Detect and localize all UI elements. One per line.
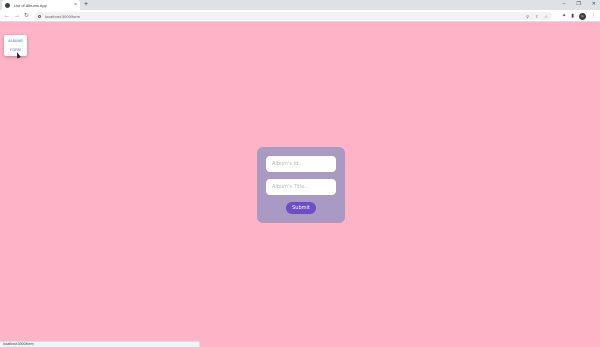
bookmark-star-icon[interactable]: ☆ [544, 14, 548, 19]
tab-title: List of Albums App [14, 2, 47, 8]
submit-button[interactable]: Submit [286, 202, 316, 214]
album-title-input[interactable] [266, 179, 336, 195]
site-info-icon[interactable] [38, 14, 41, 18]
new-tab-icon[interactable]: + [84, 1, 88, 9]
favicon-icon [5, 2, 10, 8]
nav-link-albums[interactable]: ALBUMS [8, 39, 22, 43]
zoom-icon[interactable]: ⚲ [526, 14, 529, 19]
browser-toolbar: ← → ↻ localhost:3000/form ⚲ ⇪ ☆ ✦ ▮ G ⋮ [0, 10, 600, 22]
address-url[interactable]: localhost:3000/form [45, 14, 526, 19]
address-bar[interactable]: localhost:3000/form ⚲ ⇪ ☆ [34, 12, 552, 20]
share-icon[interactable]: ⇪ [535, 14, 538, 19]
window-controls: – ❐ ✕ [563, 1, 596, 8]
browser-tab[interactable]: List of Albums App × [2, 0, 80, 10]
reload-icon[interactable]: ↻ [24, 12, 29, 20]
nav-link-form[interactable]: FORM [10, 48, 20, 52]
close-tab-icon[interactable]: × [74, 2, 77, 8]
minimize-icon[interactable]: – [563, 1, 566, 8]
profile-avatar[interactable]: G [579, 12, 586, 20]
forward-icon[interactable]: → [14, 12, 20, 20]
toolbar-actions: ✦ ▮ G ⋮ [562, 12, 596, 20]
menu-icon[interactable]: ⋮ [591, 13, 596, 19]
browser-tab-strip: List of Albums App × + – ❐ ✕ [0, 0, 600, 10]
omnibox-actions: ⚲ ⇪ ☆ [526, 14, 548, 19]
side-panel-icon[interactable]: ▮ [571, 13, 574, 19]
status-bar-url: localhost:3000/form [0, 341, 200, 347]
close-window-icon[interactable]: ✕ [592, 1, 596, 8]
back-icon[interactable]: ← [4, 12, 10, 20]
maximize-icon[interactable]: ❐ [576, 1, 580, 8]
album-id-input[interactable] [266, 156, 336, 172]
album-form: Submit [257, 147, 345, 223]
extensions-icon[interactable]: ✦ [562, 13, 566, 19]
